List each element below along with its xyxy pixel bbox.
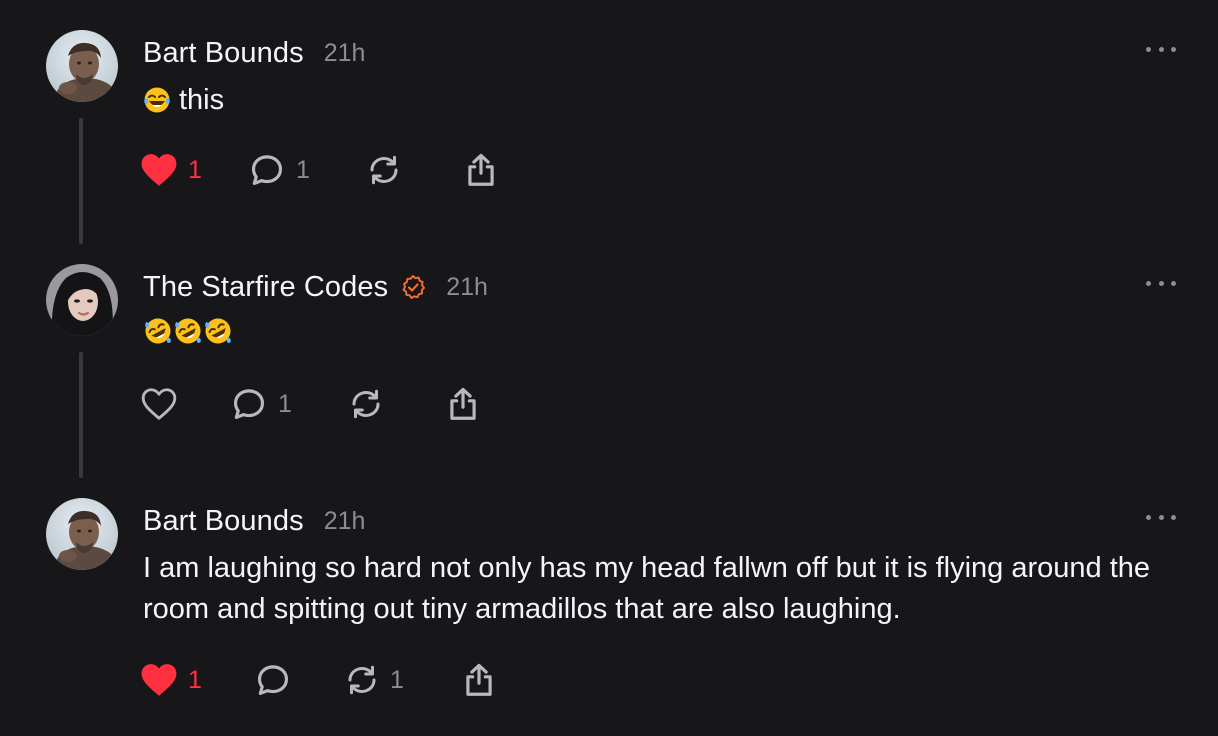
share-icon [444, 385, 482, 423]
heart-outline-icon [140, 386, 178, 422]
avatar[interactable] [46, 30, 118, 102]
avatar[interactable] [46, 498, 118, 570]
post-header: Bart Bounds 21h [143, 36, 365, 70]
heart-icon [140, 662, 178, 698]
repost-button[interactable]: 1 [344, 660, 404, 700]
repost-button[interactable] [366, 150, 402, 190]
avatar[interactable] [46, 264, 118, 336]
share-icon [462, 151, 500, 189]
post-text: this [143, 80, 1183, 126]
heart-icon [140, 152, 178, 188]
comment-icon [254, 661, 292, 699]
rolling-on-floor-laughing-emoji [203, 316, 233, 358]
thread-line [79, 352, 83, 478]
more-icon[interactable] [1146, 42, 1176, 56]
repost-icon [348, 386, 384, 422]
username[interactable]: The Starfire Codes [143, 271, 388, 304]
comment-icon [230, 385, 268, 423]
repost-count: 1 [390, 665, 404, 694]
rolling-on-floor-laughing-emoji [173, 316, 203, 358]
repost-icon [344, 662, 380, 698]
repost-icon [366, 152, 402, 188]
like-button[interactable]: 1 [140, 150, 202, 190]
timestamp[interactable]: 21h [324, 507, 366, 536]
comment-icon [248, 151, 286, 189]
share-button[interactable] [462, 150, 500, 190]
more-icon[interactable] [1146, 276, 1176, 290]
like-button[interactable]: 1 [140, 660, 202, 700]
emoji-row [143, 316, 1183, 358]
reply-count: 1 [278, 389, 292, 418]
post-header: Bart Bounds 21h [143, 504, 365, 538]
reply-count: 1 [296, 155, 310, 184]
post-body: this [179, 84, 225, 116]
timestamp[interactable]: 21h [446, 273, 488, 302]
rolling-on-floor-laughing-emoji [143, 316, 173, 358]
repost-button[interactable] [348, 384, 384, 424]
more-icon[interactable] [1146, 510, 1176, 524]
like-button[interactable] [140, 384, 188, 424]
share-button[interactable] [460, 660, 498, 700]
reply-button[interactable] [254, 660, 302, 700]
verified-badge-icon [400, 274, 426, 300]
timestamp[interactable]: 21h [324, 39, 366, 68]
face-with-tears-of-joy-emoji [143, 85, 171, 126]
username[interactable]: Bart Bounds [143, 505, 304, 538]
share-button[interactable] [444, 384, 482, 424]
post-header: The Starfire Codes 21h [143, 270, 488, 304]
post-text: I am laughing so hard not only has my he… [143, 552, 1151, 625]
reply-button[interactable]: 1 [248, 150, 310, 190]
like-count: 1 [188, 155, 202, 184]
post-text [143, 316, 1183, 358]
username[interactable]: Bart Bounds [143, 37, 304, 70]
thread-line [79, 118, 83, 244]
reply-button[interactable]: 1 [230, 384, 292, 424]
share-icon [460, 661, 498, 699]
like-count: 1 [188, 665, 202, 694]
